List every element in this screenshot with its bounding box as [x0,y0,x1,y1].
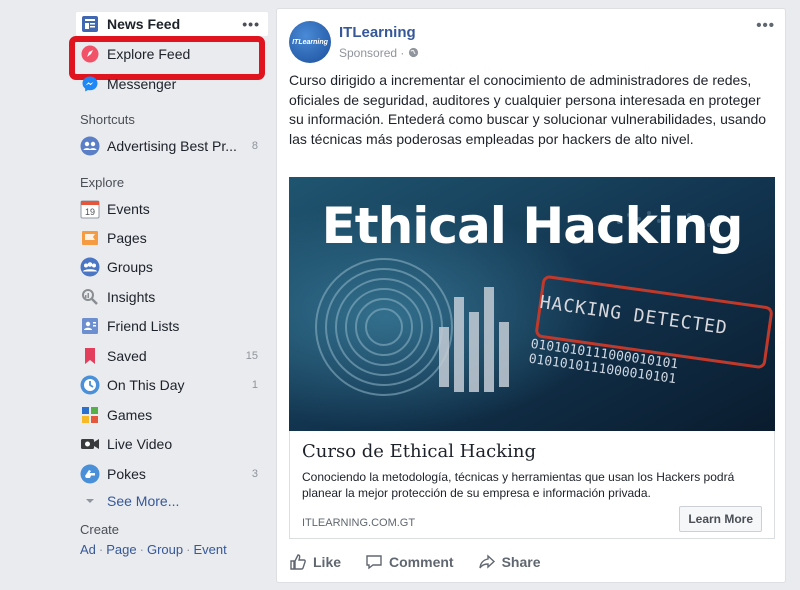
flag-icon [80,228,100,248]
sidebar-item-label: Events [107,201,150,217]
groups-icon [80,257,100,277]
link-description: Conociendo la metodología, técnicas y he… [302,470,735,500]
svg-text:19: 19 [85,207,95,217]
sponsored-text: Sponsored · [339,46,405,60]
notification-count: 1 [251,379,258,391]
clock-icon [80,375,100,395]
create-links: Ad · Page · Group · Event [80,542,227,557]
globe-icon [408,46,419,60]
sidebar-item-news-feed[interactable]: News Feed ••• [76,12,268,36]
friend-lists-icon [80,316,100,336]
sidebar-item-label: Insights [107,289,156,305]
sidebar-item-groups[interactable]: Groups [80,255,266,279]
create-event-link[interactable]: Event [193,542,226,557]
post-options-icon[interactable]: ••• [756,17,775,34]
sidebar-item-messenger[interactable]: Messenger [80,72,266,96]
insights-icon [80,287,100,307]
sidebar-item-events[interactable]: 19 Events [80,197,266,221]
calendar-icon: 19 [80,199,100,219]
sidebar-item-label: Live Video [107,436,173,452]
create-ad-link[interactable]: Ad [80,542,96,557]
share-icon [478,553,496,571]
video-camera-icon [80,434,100,454]
chevron-down-icon [80,491,100,511]
sidebar-item-label: Pokes [107,466,146,482]
sidebar-item-label: Games [107,407,153,423]
sidebar-item-friend-lists[interactable]: Friend Lists [80,314,266,338]
sidebar-item-pokes[interactable]: Pokes 3 [80,462,266,486]
sponsored-label: Sponsored · [339,46,419,60]
page-name-link[interactable]: ITLearning [339,24,416,41]
messenger-icon [80,74,100,94]
see-more-link[interactable]: See More... [80,489,266,513]
learn-more-button[interactable]: Learn More [679,506,762,532]
notification-count: 8 [251,140,258,152]
sidebar-item-label: Friend Lists [107,318,180,334]
separator: · [139,542,144,557]
notification-count: 3 [251,468,258,480]
comment-label: Comment [389,554,454,570]
avatar-logo-text: ITLearning [292,38,328,46]
post-actions: Like Comment Share [289,549,565,575]
explore-heading: Explore [80,175,125,190]
sidebar-item-label: Advertising Best Pr... [107,138,237,154]
sidebar-item-insights[interactable]: Insights [80,285,266,309]
create-group-link[interactable]: Group [147,542,183,557]
separator: · [186,542,191,557]
page-avatar[interactable]: ITLearning [289,21,331,63]
share-button[interactable]: Share [478,553,541,571]
sidebar-item-on-this-day[interactable]: On This Day 1 [80,373,266,397]
link-preview[interactable]: Curso de Ethical Hacking Conociendo la m… [289,431,775,539]
games-icon [80,405,100,425]
sidebar-item-label: Groups [107,259,153,275]
like-button[interactable]: Like [289,553,341,571]
shortcut-advertising-best-practices[interactable]: Advertising Best Pr... 8 [80,134,266,158]
create-heading: Create [80,522,120,537]
more-options-icon[interactable]: ••• [242,16,260,32]
bookmark-icon [80,346,100,366]
see-more-label: See More... [107,493,180,509]
sidebar-item-pages[interactable]: Pages [80,226,266,250]
poke-icon [80,464,100,484]
sidebar-item-label: On This Day [107,377,185,393]
ad-image-title: Ethical Hacking [321,197,744,255]
sidebar-item-saved[interactable]: Saved 15 [80,344,266,368]
news-feed-icon [80,14,100,34]
comment-button[interactable]: Comment [365,553,454,571]
sidebar-item-live-video[interactable]: Live Video [80,432,266,456]
sidebar-item-games[interactable]: Games [80,403,266,427]
left-sidebar: News Feed ••• Explore Feed Messenger Sho… [69,8,272,583]
share-label: Share [501,554,541,570]
sponsored-post: ITLearning ITLearning Sponsored · ••• Cu… [276,8,786,583]
group-icon [80,136,100,156]
separator: · [98,542,104,557]
post-body-text: Curso dirigido a incrementar el conocimi… [289,72,767,147]
link-domain: ITLEARNING.COM.GT [302,517,416,529]
sidebar-item-label: News Feed [107,16,181,32]
ad-image[interactable]: Ethical Hacking HACKING DETECTED 0101010… [289,177,775,431]
notification-count: 15 [245,350,258,362]
thumbs-up-icon [289,553,307,571]
sidebar-item-label: Pages [107,230,147,246]
sidebar-item-label: Saved [107,348,147,364]
create-page-link[interactable]: Page [106,542,136,557]
link-title[interactable]: Curso de Ethical Hacking [302,441,536,462]
sidebar-item-label: Messenger [107,76,177,92]
like-label: Like [313,554,342,570]
shortcuts-heading: Shortcuts [80,112,135,127]
comment-icon [365,553,383,571]
